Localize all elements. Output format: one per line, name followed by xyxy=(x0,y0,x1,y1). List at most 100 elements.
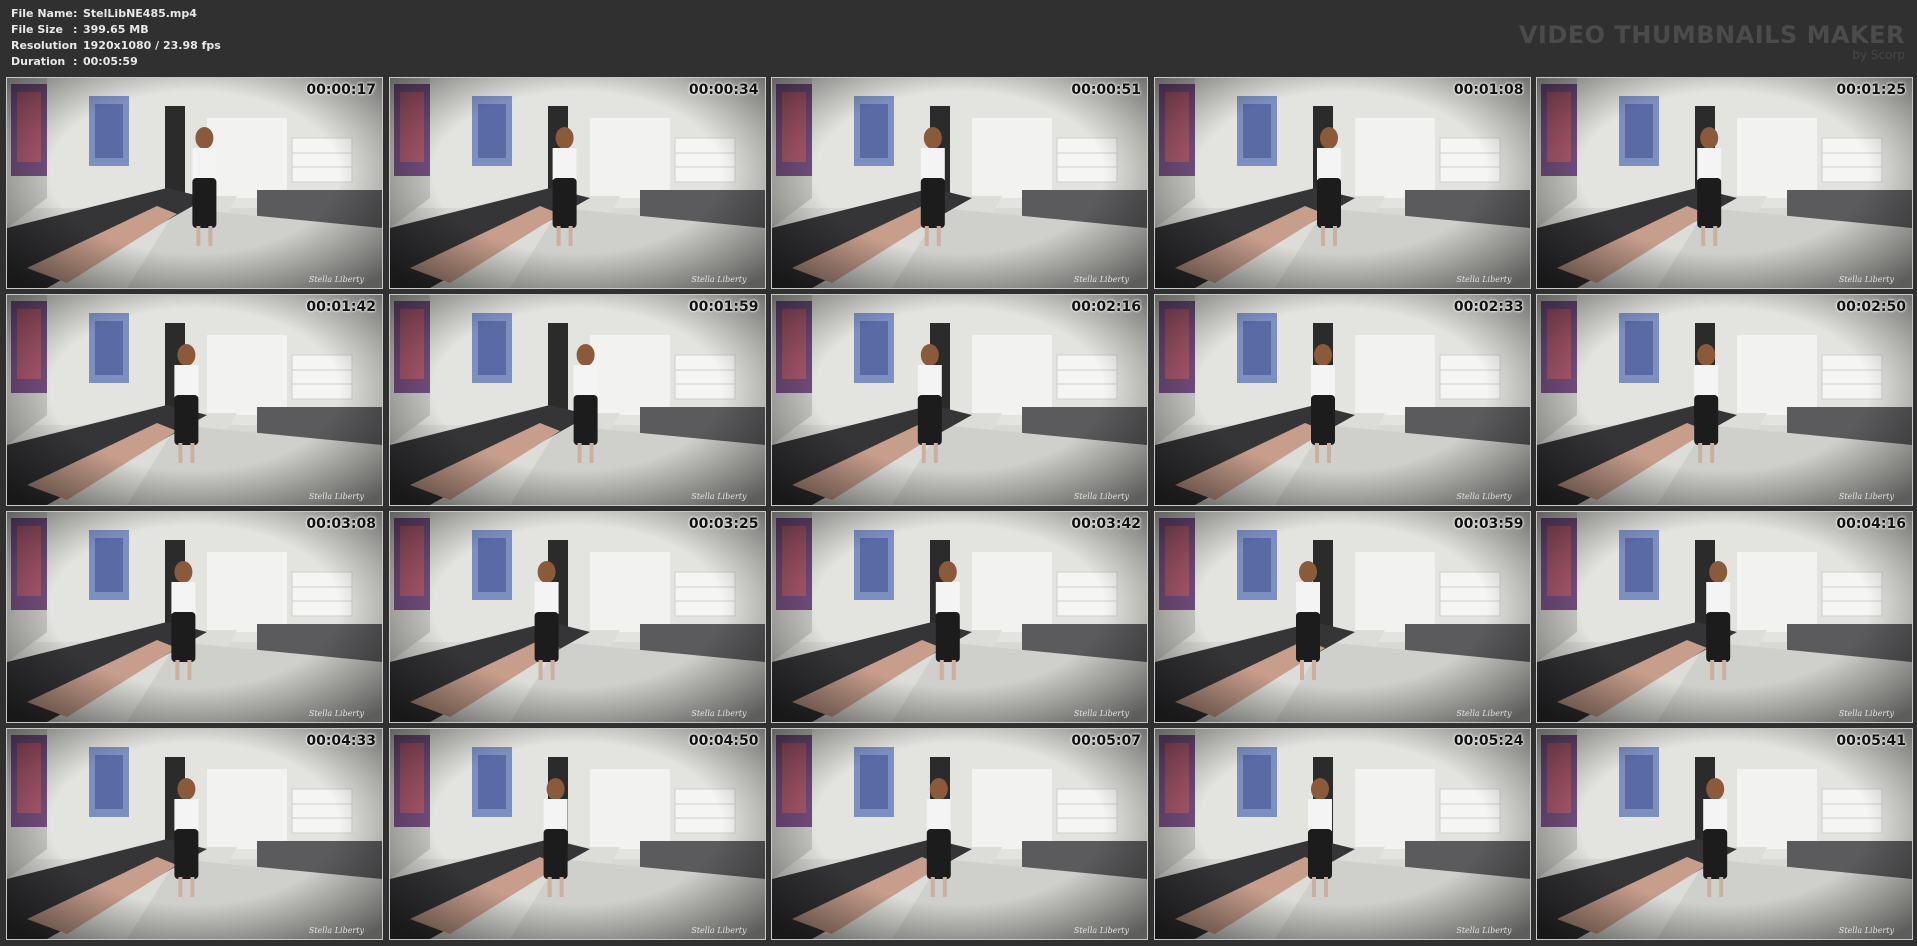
video-thumbnail: 00:05:41 Stella Liberty xyxy=(1536,728,1913,940)
thumbnail-watermark: Stella Liberty xyxy=(691,709,747,718)
video-thumbnail: 00:01:42 Stella Liberty xyxy=(6,294,383,506)
thumbnail-watermark: Stella Liberty xyxy=(1456,926,1512,935)
thumbnail-timestamp: 00:03:08 xyxy=(306,516,376,532)
duration-row: Duration : 00:05:59 xyxy=(11,54,221,70)
thumbnail-timestamp: 00:04:50 xyxy=(688,733,759,749)
video-thumbnail: 00:03:42 Stella Liberty xyxy=(771,511,1148,723)
video-thumbnail: 00:01:25 Stella Liberty xyxy=(1536,77,1913,289)
video-frame xyxy=(1154,729,1530,939)
thumbnail-timestamp: 00:01:08 xyxy=(1453,82,1524,98)
video-thumbnail: 00:02:33 Stella Liberty xyxy=(1153,294,1531,506)
thumbnail-timestamp: 00:01:59 xyxy=(688,299,759,315)
thumbnail-timestamp: 00:01:42 xyxy=(306,299,376,315)
logo-title: VIDEO THUMBNAILS MAKER xyxy=(1518,21,1905,49)
file-name-label: File Name xyxy=(11,7,73,20)
video-thumbnail: 00:01:59 Stella Liberty xyxy=(388,294,766,506)
video-thumbnail: 00:02:50 Stella Liberty xyxy=(1536,294,1913,506)
resolution-value: 1920x1080 / 23.98 fps xyxy=(83,39,221,52)
app-logo: VIDEO THUMBNAILS MAKER by Scorp xyxy=(1519,22,1905,62)
thumbnail-timestamp: 00:00:51 xyxy=(1071,82,1141,98)
video-thumbnail: 00:05:07 Stella Liberty xyxy=(771,728,1148,940)
video-frame xyxy=(772,512,1147,722)
thumbnail-watermark: Stella Liberty xyxy=(1838,492,1894,501)
thumbnail-grid: 00:00:17Stella Liberty 00:00:34Stella xyxy=(6,77,1913,940)
video-frame xyxy=(7,729,382,939)
file-size-label: File Size xyxy=(11,23,63,36)
resolution-row: Resolution : 1920x1080 / 23.98 fps xyxy=(11,38,221,54)
video-thumbnail: 00:04:50 Stella Liberty xyxy=(388,728,766,940)
thumbnail-watermark: Stella Liberty xyxy=(1073,926,1129,935)
video-frame xyxy=(1154,78,1530,288)
thumbnail-timestamp: 00:04:16 xyxy=(1836,516,1906,532)
video-frame xyxy=(389,729,765,939)
thumbnail-timestamp: 00:03:59 xyxy=(1453,516,1524,532)
file-name-row: File Name : StelLibNE485.mp4 xyxy=(11,6,221,22)
video-frame xyxy=(1537,729,1912,939)
video-frame xyxy=(772,78,1147,288)
video-frame xyxy=(772,295,1147,505)
thumbnail-timestamp: 00:02:16 xyxy=(1071,299,1141,315)
thumbnail-watermark: Stella Liberty xyxy=(1456,492,1512,501)
thumbnail-watermark: Stella Liberty xyxy=(1073,492,1129,501)
thumbnail-timestamp: 00:05:07 xyxy=(1071,733,1141,749)
thumbnail-watermark: Stella Liberty xyxy=(1456,709,1512,718)
thumbnail-watermark: Stella Liberty xyxy=(691,926,747,935)
thumbnail-timestamp: 00:05:41 xyxy=(1836,733,1906,749)
duration-value: 00:05:59 xyxy=(83,55,138,68)
video-thumbnail: 00:02:16 Stella Liberty xyxy=(771,294,1148,506)
resolution-label: Resolution xyxy=(11,39,78,52)
video-thumbnail: 00:03:59 Stella Liberty xyxy=(1153,511,1531,723)
video-thumbnail: 00:00:34 Stella Liberty xyxy=(388,77,766,289)
video-frame xyxy=(7,295,382,505)
thumbnail-watermark: Stella Liberty xyxy=(308,926,364,935)
video-thumbnail: 00:04:16 Stella Liberty xyxy=(1536,511,1913,723)
video-thumbnail: 00:01:08 Stella Liberty xyxy=(1153,77,1531,289)
video-frame xyxy=(1537,295,1912,505)
video-thumbnail: 00:04:33 Stella Liberty xyxy=(6,728,383,940)
video-thumbnail: 00:03:25 Stella Liberty xyxy=(388,511,766,723)
thumbnail-timestamp: 00:00:34 xyxy=(688,82,759,98)
thumbnail-timestamp: 00:03:42 xyxy=(1071,516,1141,532)
thumbnail-watermark: Stella Liberty xyxy=(308,492,364,501)
thumbnail-timestamp: 00:04:33 xyxy=(306,733,376,749)
separator: : xyxy=(73,7,78,20)
video-frame xyxy=(1154,295,1530,505)
thumbnail-watermark: Stella Liberty xyxy=(308,709,364,718)
file-info: File Name : StelLibNE485.mp4 File Size :… xyxy=(11,6,221,70)
thumbnail-timestamp: 00:03:25 xyxy=(688,516,759,532)
thumbnail-timestamp: 00:02:50 xyxy=(1836,299,1906,315)
thumbnail-watermark: Stella Liberty xyxy=(1073,275,1129,284)
thumbnail-watermark: Stella Liberty xyxy=(1073,709,1129,718)
video-thumbnail: 00:05:24 Stella Liberty xyxy=(1153,728,1531,940)
file-size-row: File Size : 399.65 MB xyxy=(11,22,221,38)
video-frame xyxy=(389,512,765,722)
separator: : xyxy=(73,39,78,52)
video-frame xyxy=(1154,512,1530,722)
video-frame xyxy=(389,295,765,505)
thumbnail-timestamp: 00:05:24 xyxy=(1453,733,1524,749)
thumbnail-watermark: Stella Liberty xyxy=(1456,275,1512,284)
video-frame xyxy=(772,729,1147,939)
video-thumbnail: 00:00:51 Stella Liberty xyxy=(771,77,1148,289)
thumbnail-watermark: Stella Liberty xyxy=(691,492,747,501)
thumbnail-sheet: File Name : StelLibNE485.mp4 File Size :… xyxy=(0,0,1917,946)
video-frame xyxy=(1537,512,1912,722)
video-thumbnail: 00:00:17 Stella Liberty xyxy=(6,77,383,289)
thumbnail-timestamp: 00:02:33 xyxy=(1453,299,1524,315)
video-frame xyxy=(389,78,765,288)
thumbnail-timestamp: 00:01:25 xyxy=(1836,82,1906,98)
duration-label: Duration xyxy=(11,55,66,68)
video-frame xyxy=(7,78,382,288)
thumbnail-timestamp: 00:00:17 xyxy=(306,82,376,98)
file-size-value: 399.65 MB xyxy=(83,23,149,36)
logo-subtitle: by Scorp xyxy=(1852,48,1905,62)
thumbnail-watermark: Stella Liberty xyxy=(691,275,747,284)
video-thumbnail: 00:03:08 Stella Liberty xyxy=(6,511,383,723)
separator: : xyxy=(73,23,78,36)
separator: : xyxy=(73,55,78,68)
thumbnail-watermark: Stella Liberty xyxy=(308,275,364,284)
thumbnail-watermark: Stella Liberty xyxy=(1838,926,1894,935)
video-frame xyxy=(1537,78,1912,288)
thumbnail-watermark: Stella Liberty xyxy=(1838,709,1894,718)
thumbnail-watermark: Stella Liberty xyxy=(1838,275,1894,284)
